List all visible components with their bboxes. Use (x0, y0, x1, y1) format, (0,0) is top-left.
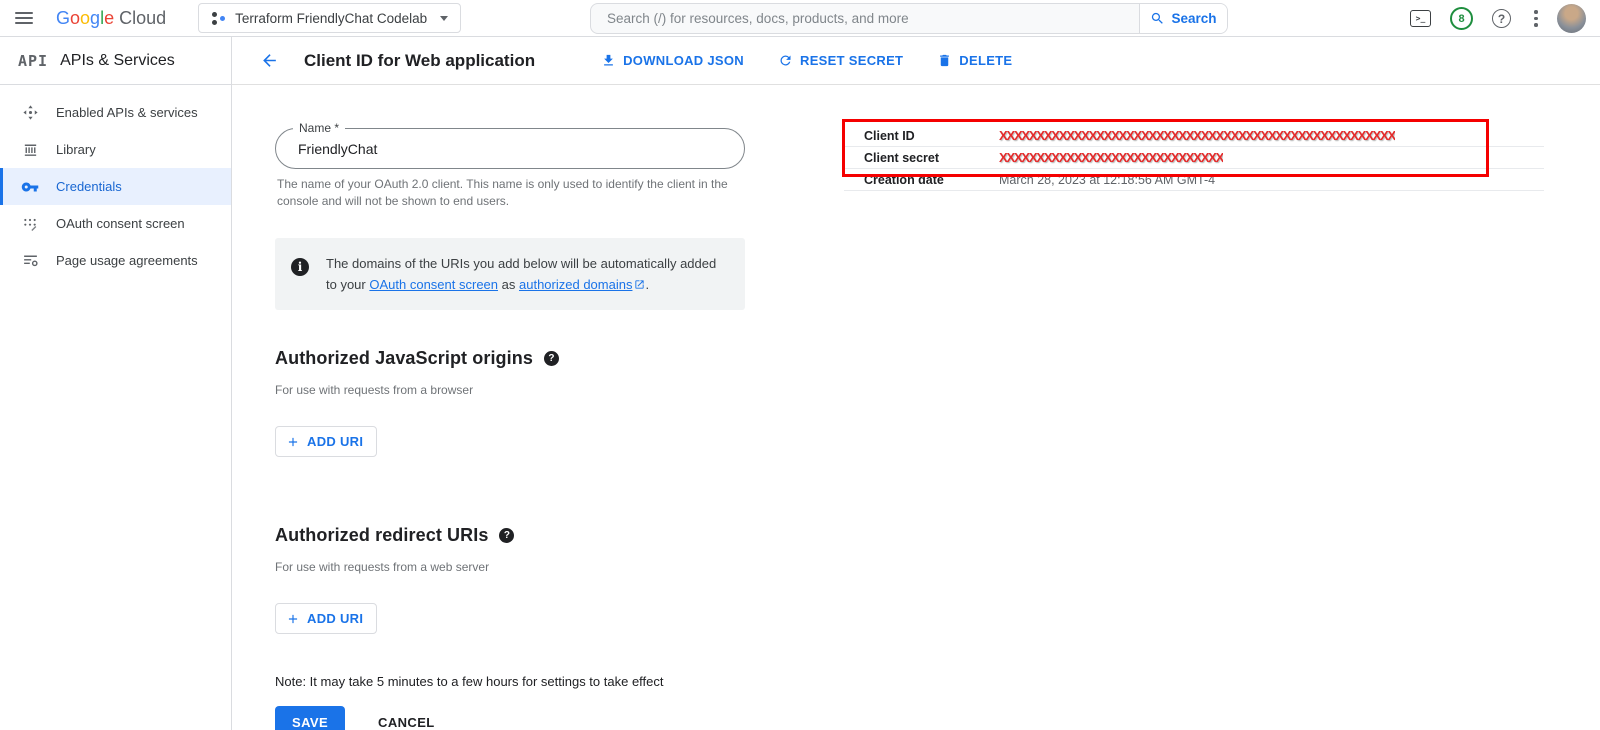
reset-secret-label: RESET SECRET (800, 53, 903, 68)
agreements-icon (21, 252, 39, 270)
delete-button[interactable]: DELETE (927, 45, 1022, 76)
name-field-label: Name * (293, 121, 345, 135)
creation-date-label: Creation date (864, 173, 999, 187)
download-icon (601, 53, 616, 68)
sidebar-item-label: Page usage agreements (56, 253, 198, 268)
sidebar-item-label: OAuth consent screen (56, 216, 185, 231)
help-icon[interactable]: ? (1492, 9, 1511, 28)
settings-note: Note: It may take 5 minutes to a few hou… (275, 674, 745, 689)
consent-screen-icon (21, 215, 39, 233)
add-uri-redirect-button[interactable]: ADD URI (275, 603, 377, 634)
search-icon (1150, 11, 1165, 26)
overflow-menu-icon[interactable] (1530, 10, 1538, 27)
oauth-consent-screen-link[interactable]: OAuth consent screen (369, 277, 498, 292)
client-details-panel: Client ID XXXXXXXXXXXXXXXXXXXXXXXXXXXXXX… (844, 125, 1544, 191)
client-secret-row: Client secret XXXXXXXXXXXXXXXXXXXXXXXXXX… (844, 147, 1544, 169)
name-field: Name * (275, 128, 745, 169)
project-icon (211, 11, 226, 26)
js-origins-title: Authorized JavaScript origins (275, 348, 533, 369)
name-input[interactable] (275, 128, 745, 169)
client-secret-value: XXXXXXXXXXXXXXXXXXXXXXXXXXXXXX (999, 150, 1223, 165)
search-input[interactable] (591, 4, 1139, 33)
help-circle-icon[interactable]: ? (499, 528, 514, 543)
delete-label: DELETE (959, 53, 1012, 68)
logo-letter: e (104, 8, 114, 29)
notifications-badge[interactable]: 8 (1450, 7, 1473, 30)
info-icon: i (291, 258, 309, 276)
cancel-button[interactable]: CANCEL (366, 706, 447, 730)
js-origins-section-header: Authorized JavaScript origins ? (275, 348, 745, 369)
logo-letter: g (90, 8, 100, 29)
avatar[interactable] (1557, 4, 1586, 33)
sidebar-item-credentials[interactable]: Credentials (0, 168, 231, 205)
logo-letter: o (80, 8, 90, 29)
client-id-row: Client ID XXXXXXXXXXXXXXXXXXXXXXXXXXXXXX… (844, 125, 1544, 147)
creation-date-value: March 28, 2023 at 12:18:56 AM GMT-4 (999, 173, 1215, 187)
download-json-label: DOWNLOAD JSON (623, 53, 744, 68)
authorized-domains-link[interactable]: authorized domains (519, 277, 645, 292)
redirect-uris-title: Authorized redirect URIs (275, 525, 488, 546)
sidebar-item-page-usage[interactable]: Page usage agreements (0, 242, 231, 279)
external-link-icon (634, 279, 645, 290)
plus-icon (286, 612, 300, 626)
project-selector-label: Terraform FriendlyChat Codelab (235, 11, 427, 26)
page-header: Client ID for Web application DOWNLOAD J… (232, 37, 1600, 85)
sidebar-title: APIs & Services (60, 52, 175, 70)
sidebar: API APIs & Services Enabled APIs & servi… (0, 37, 232, 730)
sidebar-item-label: Library (56, 142, 96, 157)
add-uri-origins-label: ADD URI (307, 434, 363, 449)
info-banner: i The domains of the URIs you add below … (275, 238, 745, 310)
refresh-icon (778, 53, 793, 68)
add-uri-redirect-label: ADD URI (307, 611, 363, 626)
authorized-domains-link-label: authorized domains (519, 277, 632, 292)
download-json-button[interactable]: DOWNLOAD JSON (591, 45, 754, 76)
info-text-after: . (645, 277, 649, 292)
name-helper-text: The name of your OAuth 2.0 client. This … (275, 176, 743, 210)
global-search: Search (590, 3, 1228, 34)
redirect-uris-subtitle: For use with requests from a web server (275, 560, 745, 574)
info-text-middle: as (502, 277, 516, 292)
hamburger-menu-icon[interactable] (0, 0, 48, 37)
info-banner-text: The domains of the URIs you add below wi… (326, 253, 727, 295)
search-button-label: Search (1171, 11, 1216, 26)
plus-icon (286, 435, 300, 449)
top-bar: Google Cloud Terraform FriendlyChat Code… (0, 0, 1600, 37)
trash-icon (937, 53, 952, 68)
sidebar-item-library[interactable]: Library (0, 131, 231, 168)
cloud-shell-icon[interactable]: >_ (1410, 10, 1431, 27)
client-id-value: XXXXXXXXXXXXXXXXXXXXXXXXXXXXXXXXXXXXXXXX… (999, 128, 1395, 143)
dashboard-icon (21, 104, 39, 122)
js-origins-subtitle: For use with requests from a browser (275, 383, 745, 397)
topbar-actions: >_ 8 ? (1410, 0, 1586, 37)
sidebar-item-enabled-apis[interactable]: Enabled APIs & services (0, 94, 231, 131)
reset-secret-button[interactable]: RESET SECRET (768, 45, 913, 76)
client-id-label: Client ID (864, 129, 999, 143)
add-uri-origins-button[interactable]: ADD URI (275, 426, 377, 457)
save-button[interactable]: SAVE (275, 706, 345, 730)
api-product-icon: API (18, 52, 48, 70)
creation-date-row: Creation date March 28, 2023 at 12:18:56… (844, 169, 1544, 191)
client-form: Name * The name of your OAuth 2.0 client… (275, 128, 745, 730)
client-secret-label: Client secret (864, 151, 999, 165)
logo-cloud-text: Cloud (119, 8, 166, 29)
logo-letter: o (70, 8, 80, 29)
page-title: Client ID for Web application (304, 51, 535, 71)
key-icon (21, 178, 39, 196)
back-arrow-icon[interactable] (249, 41, 289, 81)
google-cloud-logo: Google Cloud (56, 8, 166, 29)
library-icon (21, 141, 39, 159)
logo-letter: G (56, 8, 70, 29)
sidebar-item-label: Credentials (56, 179, 122, 194)
sidebar-item-oauth-consent[interactable]: OAuth consent screen (0, 205, 231, 242)
chevron-down-icon (440, 16, 448, 21)
search-button[interactable]: Search (1139, 4, 1227, 33)
main-content: Client ID for Web application DOWNLOAD J… (232, 37, 1600, 730)
help-circle-icon[interactable]: ? (544, 351, 559, 366)
sidebar-item-label: Enabled APIs & services (56, 105, 198, 120)
sidebar-header: API APIs & Services (0, 37, 231, 85)
project-selector[interactable]: Terraform FriendlyChat Codelab (198, 3, 461, 33)
redirect-uris-section-header: Authorized redirect URIs ? (275, 525, 745, 546)
